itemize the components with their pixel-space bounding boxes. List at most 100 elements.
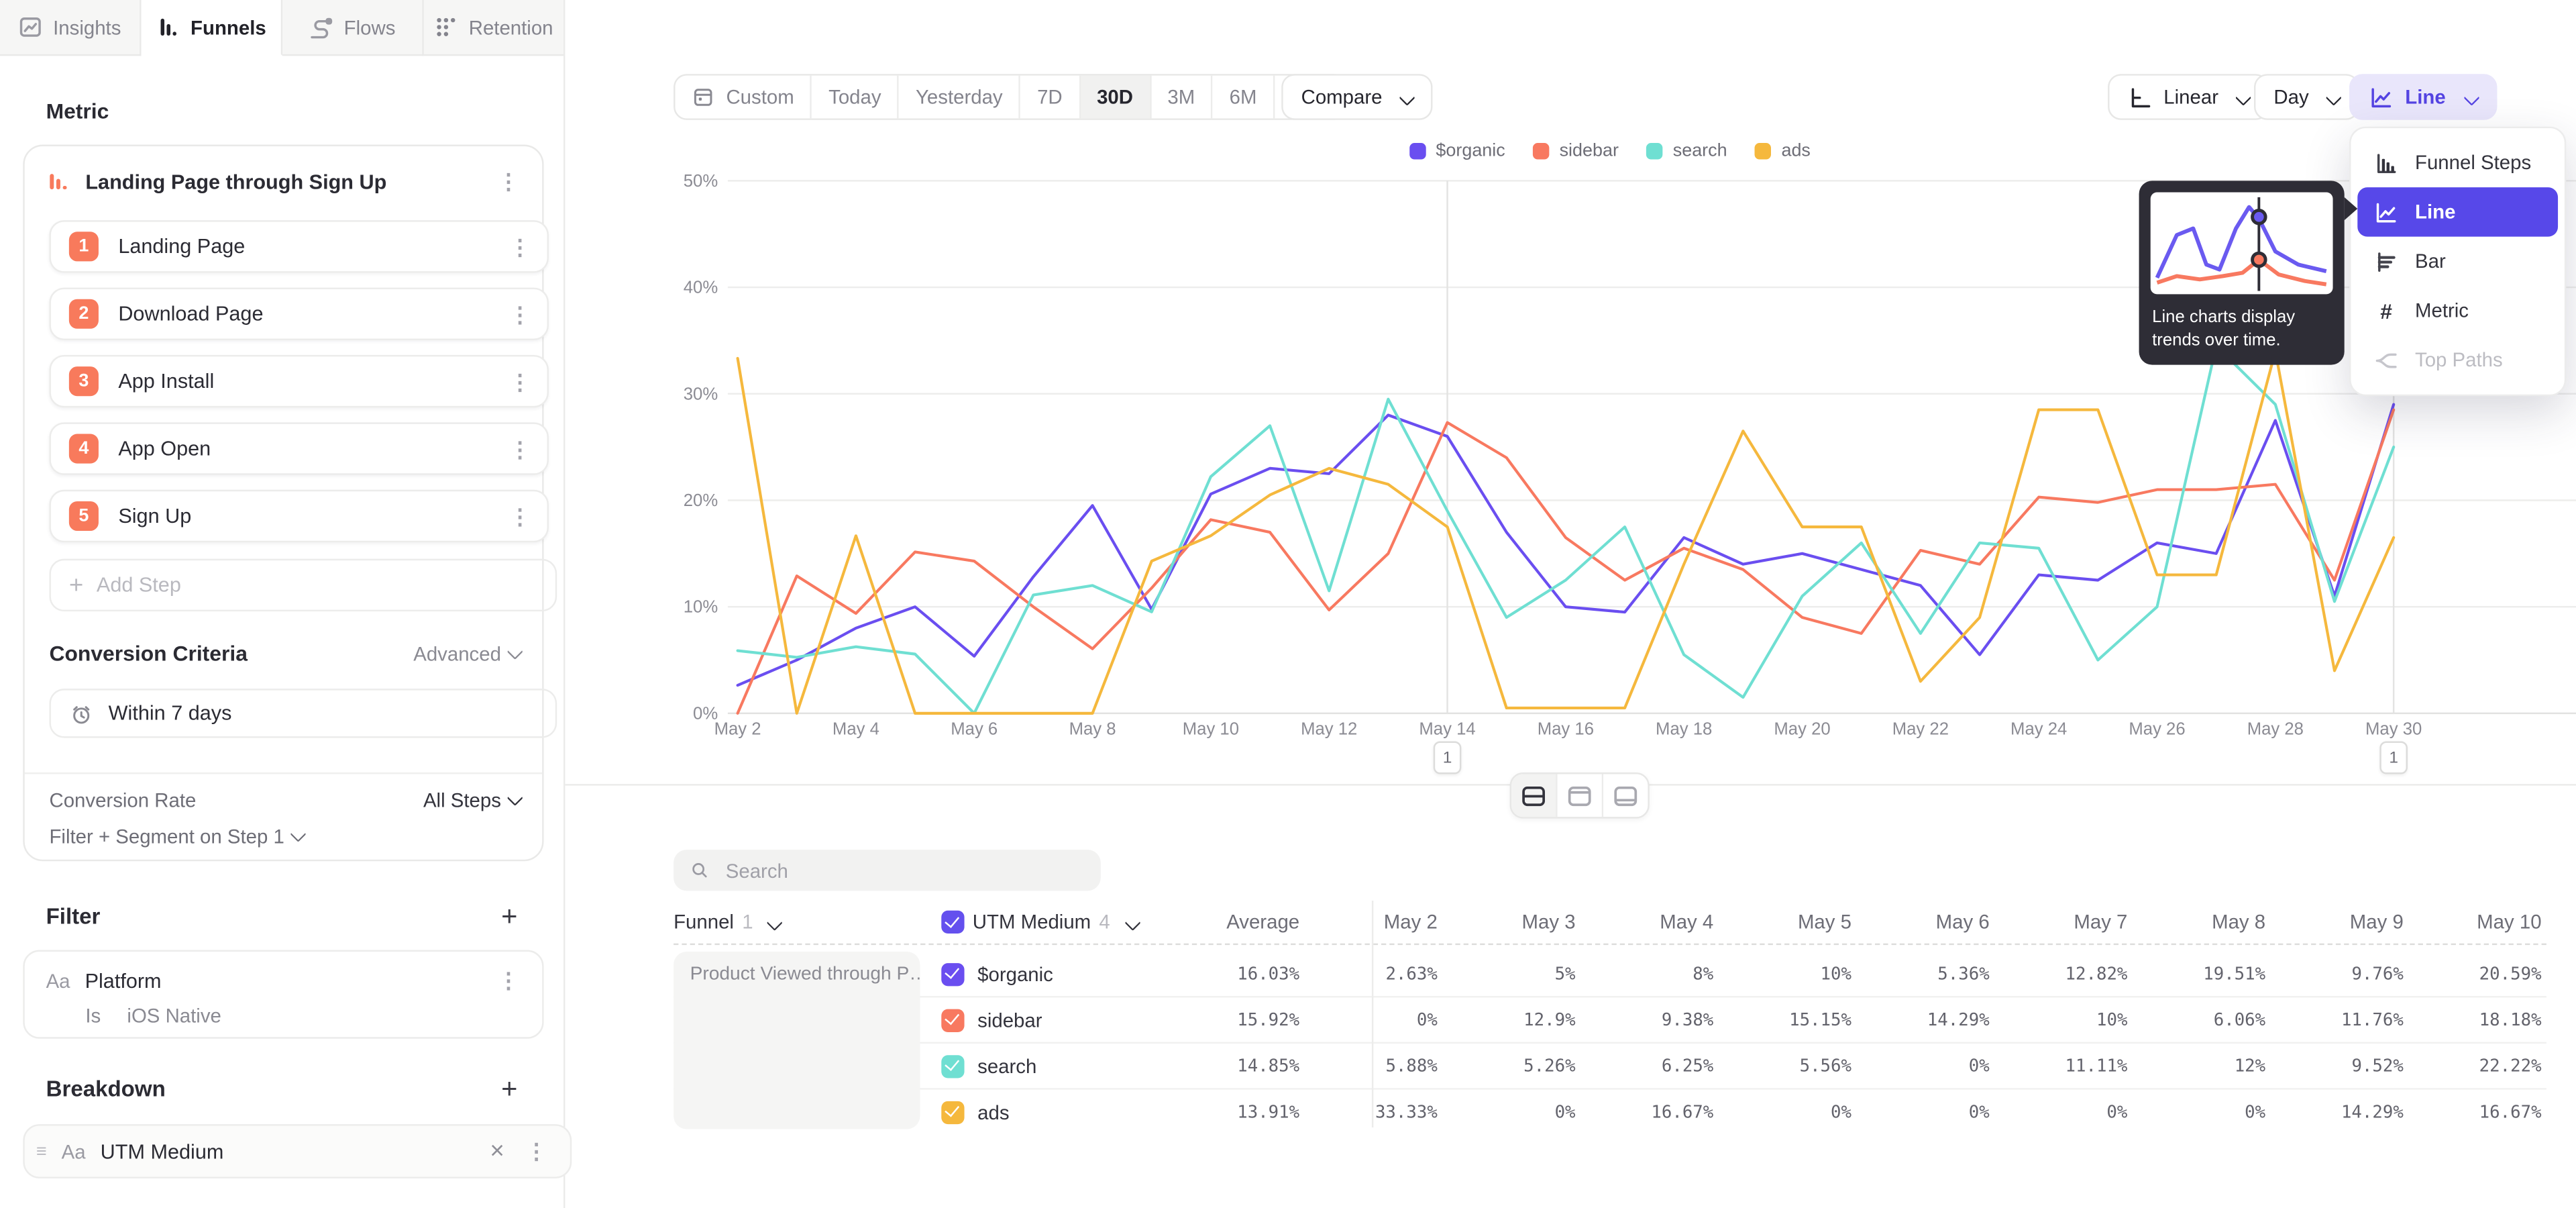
chart-view <box>1566 781 1594 809</box>
step-label: Landing Page <box>118 235 483 258</box>
legend-label: ads <box>1781 142 1810 161</box>
add-filter-button[interactable] <box>501 902 517 930</box>
funnel-step-5[interactable]: 5Sign Up <box>49 490 548 542</box>
series-checkbox[interactable] <box>941 962 964 985</box>
kebab-menu-icon[interactable] <box>502 233 537 261</box>
svg-text:40%: 40% <box>684 279 718 297</box>
annotation-badge[interactable]: 1 <box>2379 741 2408 774</box>
series-checkbox[interactable] <box>941 1101 964 1123</box>
legend-item-organic[interactable]: $organic <box>1409 142 1505 161</box>
kebab-menu-icon[interactable] <box>491 966 525 995</box>
conversion-rate-dropdown[interactable]: All Steps <box>423 789 521 812</box>
kebab-menu-icon[interactable] <box>491 168 525 196</box>
legend-item-search[interactable]: search <box>1647 142 1727 161</box>
tab-insights[interactable]: Insights <box>0 0 142 56</box>
kebab-menu-icon[interactable] <box>502 502 537 530</box>
range-7d[interactable]: 7D <box>1021 76 1081 119</box>
close-icon[interactable] <box>490 1139 504 1164</box>
range-30d[interactable]: 30D <box>1081 76 1151 119</box>
average-value: 14.85% <box>1138 1056 1299 1075</box>
breakdown-property[interactable]: UTM Medium <box>101 1140 476 1162</box>
filter-segment-dropdown[interactable]: Filter + Segment on Step 1 <box>49 825 304 848</box>
step-number-badge: 2 <box>69 299 99 329</box>
tab-retention[interactable]: Retention <box>424 0 564 56</box>
menu-item-bar[interactable]: Bar <box>2357 237 2558 286</box>
tab-label: Insights <box>53 15 121 38</box>
table-search <box>674 850 1101 891</box>
chart-type-dropdown[interactable]: Line <box>2349 74 2497 120</box>
row-group-label: Product Viewed through P… <box>674 952 920 1129</box>
filter-operator[interactable]: Is <box>85 1004 101 1027</box>
funnel-step-1[interactable]: 1Landing Page <box>49 220 548 272</box>
menu-item-metric[interactable]: #Metric <box>2357 286 2558 335</box>
series-checkbox[interactable] <box>941 1054 964 1077</box>
funnel-step-2[interactable]: 2Download Page <box>49 288 548 340</box>
funnel-count: 1 <box>742 911 753 934</box>
cell-value: 9.76% <box>2265 964 2404 983</box>
conversion-window[interactable]: Within 7 days <box>49 689 557 738</box>
table-view-button[interactable] <box>1603 774 1648 817</box>
legend-swatch <box>1647 143 1663 159</box>
range-today[interactable]: Today <box>812 76 900 119</box>
add-step-button[interactable]: Add Step <box>49 559 557 611</box>
advanced-dropdown[interactable]: Advanced <box>413 642 521 664</box>
tab-funnels[interactable]: Funnels <box>142 0 283 56</box>
granularity-dropdown[interactable]: Day <box>2254 74 2360 120</box>
svg-text:May 10: May 10 <box>1183 720 1239 739</box>
kebab-menu-icon[interactable] <box>502 367 537 395</box>
string-type-icon: Aa <box>46 969 70 992</box>
add-breakdown-button[interactable] <box>501 1075 517 1103</box>
breakdown-selector[interactable]: UTM Medium4 <box>941 911 1138 934</box>
filter-property[interactable]: Platform <box>85 969 477 992</box>
column-header-may-3: May 3 <box>1438 911 1576 934</box>
cell-value: 0% <box>1438 1102 1576 1121</box>
tab-label: Funnels <box>191 15 266 38</box>
top-paths-icon <box>2374 348 2399 372</box>
legend-label: sidebar <box>1560 142 1619 161</box>
chevron-down-icon <box>507 790 523 806</box>
kebab-menu-icon[interactable] <box>519 1138 553 1166</box>
tooltip-arrow <box>2345 197 2358 220</box>
range-6m[interactable]: 6M <box>1213 76 1275 119</box>
line-chart-icon <box>2369 85 2394 109</box>
funnels-app: 0%10%20%30%40%50%May 2May 4May 6May 8May… <box>0 0 2576 1208</box>
series-cell: search <box>941 1054 1138 1077</box>
series-checkbox[interactable] <box>941 1008 964 1031</box>
kebab-menu-icon[interactable] <box>502 300 537 328</box>
funnel-step-4[interactable]: 4App Open <box>49 422 548 474</box>
cell-value: 14.29% <box>1851 1010 1990 1029</box>
breakdown-count: 4 <box>1099 911 1110 934</box>
compare-button[interactable]: Compare <box>1281 74 1433 120</box>
annotation-badge[interactable]: 1 <box>1434 741 1462 774</box>
step-number-badge: 5 <box>69 501 99 531</box>
scale-dropdown[interactable]: Linear <box>2108 74 2269 120</box>
range-3m[interactable]: 3M <box>1151 76 1213 119</box>
breakdown-section-head: Breakdown <box>46 1075 518 1103</box>
menu-item-label: Funnel Steps <box>2415 151 2531 174</box>
search-input[interactable] <box>722 857 1084 883</box>
split-view-button[interactable] <box>1511 774 1558 817</box>
funnel-step-3[interactable]: 3App Install <box>49 355 548 407</box>
column-header-may-4: May 4 <box>1576 911 1714 934</box>
header-checkbox[interactable] <box>941 911 964 934</box>
menu-item-line[interactable]: Line <box>2357 187 2558 236</box>
menu-item-funnel-steps[interactable]: Funnel Steps <box>2357 138 2558 187</box>
legend-item-sidebar[interactable]: sidebar <box>1533 142 1619 161</box>
menu-item-label: Metric <box>2415 299 2469 322</box>
drag-handle-icon[interactable] <box>36 1142 47 1161</box>
kebab-menu-icon[interactable] <box>502 435 537 463</box>
svg-text:May 28: May 28 <box>2247 720 2304 739</box>
cell-value: 6.25% <box>1576 1056 1714 1075</box>
range-custom[interactable]: Custom <box>676 76 812 119</box>
filter-heading: Filter <box>46 904 101 929</box>
cell-value: 0% <box>1299 1010 1438 1029</box>
cell-value: 9.52% <box>2265 1056 2404 1075</box>
tab-flows[interactable]: Flows <box>282 0 424 56</box>
range-yesterday[interactable]: Yesterday <box>900 76 1021 119</box>
chart-view-button[interactable] <box>1558 774 1604 817</box>
filter-value[interactable]: iOS Native <box>127 1004 221 1027</box>
legend-item-ads[interactable]: ads <box>1755 142 1811 161</box>
cell-value: 15.15% <box>1713 1010 1851 1029</box>
funnel-selector[interactable]: Funnel1 <box>674 911 941 934</box>
legend-label: search <box>1673 142 1727 161</box>
